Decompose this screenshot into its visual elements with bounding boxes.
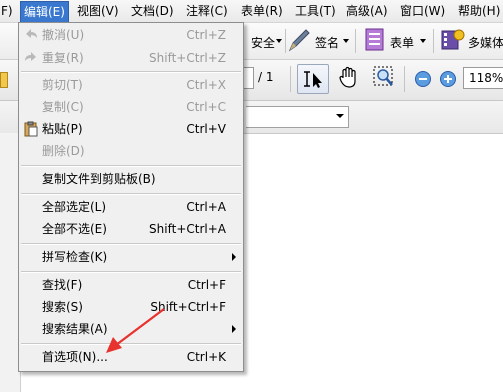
- annotation-arrow: [106, 308, 165, 353]
